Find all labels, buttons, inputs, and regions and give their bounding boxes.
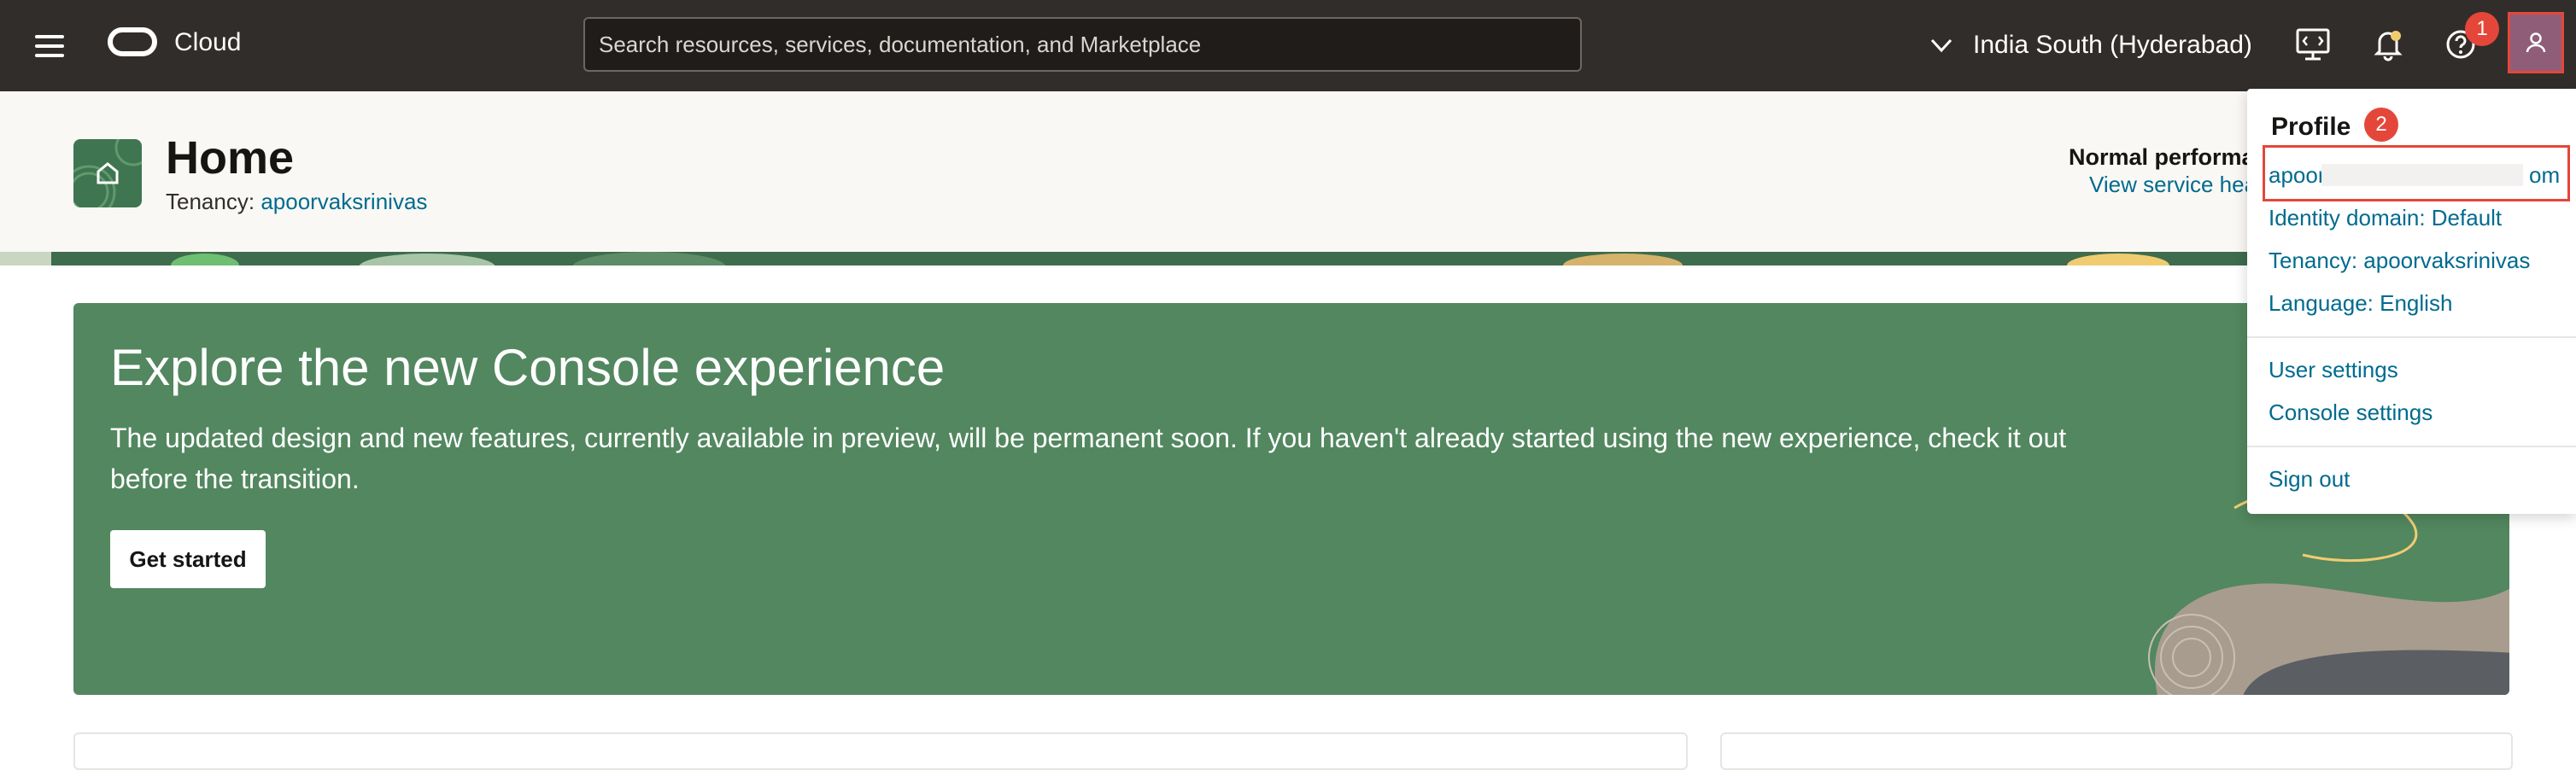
region-label: India South (Hyderabad) — [1973, 31, 2252, 59]
home-icon — [73, 139, 142, 207]
profile-avatar-button[interactable] — [2508, 12, 2564, 73]
page-header: Home Tenancy: apoorvaksrinivas Normal pe… — [0, 91, 2576, 252]
chevron-down-icon — [1930, 38, 1952, 53]
region-selector[interactable]: India South (Hyderabad) — [1929, 24, 2252, 67]
profile-email-link[interactable]: apoor — [2269, 160, 2326, 190]
email-redaction — [2321, 164, 2523, 186]
top-navigation-bar: Cloud Search resources, services, docume… — [0, 0, 2576, 91]
menu-divider — [2247, 336, 2576, 338]
search-input[interactable]: Search resources, services, documentatio… — [583, 17, 1582, 72]
hamburger-menu-icon[interactable] — [35, 31, 64, 60]
user-settings-link[interactable]: User settings — [2269, 355, 2398, 384]
language-link[interactable]: Language: English — [2269, 289, 2452, 318]
get-started-button[interactable]: Get started — [110, 530, 266, 588]
tenancy-label: Tenancy: — [166, 189, 255, 214]
notifications-bell-icon[interactable] — [2369, 26, 2407, 63]
menu-divider — [2247, 446, 2576, 447]
page-title: Home — [166, 132, 295, 184]
oracle-logo-icon[interactable] — [108, 27, 157, 56]
step-badge-1: 1 — [2465, 12, 2499, 46]
email-start: apoor — [2269, 162, 2326, 188]
profile-title: Profile — [2271, 113, 2351, 141]
console-settings-link[interactable]: Console settings — [2269, 398, 2433, 427]
tenancy-info: Tenancy: apoorvaksrinivas — [166, 187, 427, 216]
user-icon — [2526, 32, 2546, 53]
banner-title: Explore the new Console experience — [110, 339, 946, 396]
content-card — [1720, 732, 2513, 770]
home-tile — [73, 139, 142, 207]
email-end: om — [2529, 162, 2561, 188]
banner-description: The updated design and new features, cur… — [110, 423, 2067, 494]
decorative-strip — [0, 252, 2576, 265]
tenancy-menu-link[interactable]: Tenancy: apoorvaksrinivas — [2269, 246, 2530, 275]
tenancy-link[interactable]: apoorvaksrinivas — [261, 189, 427, 214]
profile-dropdown-menu: Profile 2 apoor om Identity domain: Defa… — [2247, 89, 2576, 514]
identity-domain-link[interactable]: Identity domain: Default — [2269, 203, 2502, 232]
decorative-pattern — [0, 252, 2169, 265]
cloud-shell-icon[interactable] — [2294, 26, 2332, 63]
content-card — [73, 732, 1688, 770]
brand-name[interactable]: Cloud — [174, 24, 241, 61]
step-badge-2: 2 — [2364, 108, 2398, 142]
console-experience-banner: Explore the new Console experience The u… — [73, 303, 2509, 695]
sign-out-link[interactable]: Sign out — [2269, 464, 2350, 493]
